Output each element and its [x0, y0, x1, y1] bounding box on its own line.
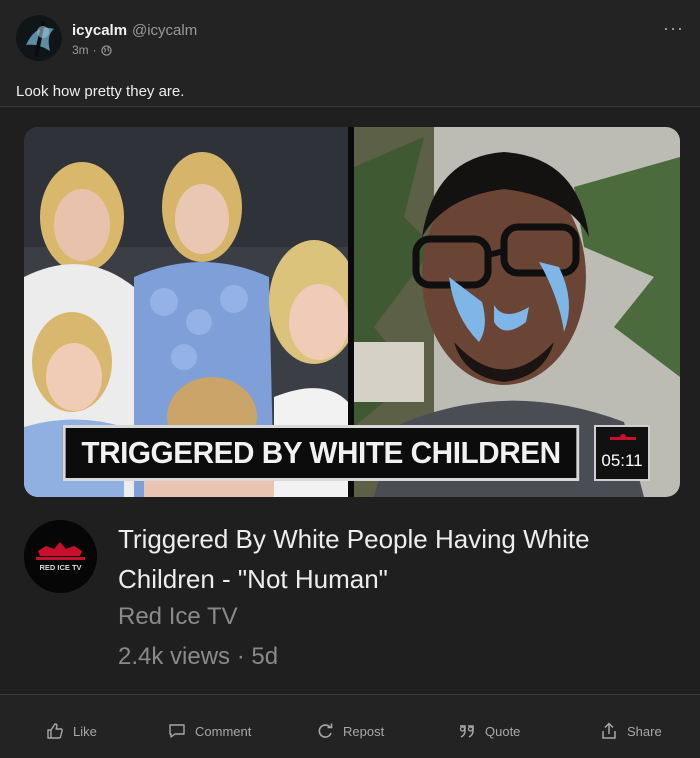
thumbs-up-icon	[46, 722, 64, 740]
video-title[interactable]: Triggered By White People Having White C…	[118, 519, 678, 599]
post: icycalm @icycalm 3m · ··· Look how prett…	[0, 0, 700, 758]
like-label: Like	[73, 723, 97, 739]
username[interactable]: icycalm	[72, 22, 127, 39]
quote-button[interactable]: Quote	[458, 722, 520, 740]
quote-icon	[458, 722, 476, 740]
repost-button[interactable]: Repost	[316, 722, 384, 740]
repost-label: Repost	[343, 723, 385, 739]
like-button[interactable]: Like	[46, 722, 97, 740]
thumbnail-banner-text: TRIGGERED BY WHITE CHILDREN	[62, 425, 580, 481]
video-thumbnail[interactable]: TRIGGERED BY WHITE CHILDREN 05:11	[24, 127, 680, 497]
share-label: Share	[627, 723, 662, 739]
video-stats: 2.4k views · 5d	[118, 643, 279, 670]
timestamp[interactable]: 3m	[72, 43, 89, 57]
share-icon	[600, 722, 618, 740]
share-button[interactable]: Share	[600, 722, 662, 740]
user-avatar[interactable]	[16, 15, 62, 61]
channel-logo-text: RED ICE TV	[39, 563, 81, 572]
comment-label: Comment	[195, 723, 252, 739]
video-embed-card[interactable]: TRIGGERED BY WHITE CHILDREN 05:11 RED IC…	[0, 107, 700, 694]
repost-icon	[316, 722, 334, 740]
channel-logo-mini-icon	[610, 434, 636, 440]
comment-button[interactable]: Comment	[168, 722, 251, 740]
post-actions-bar: Like Comment Repost Quote Share	[0, 722, 700, 752]
divider	[0, 694, 700, 695]
user-handle[interactable]: @icycalm	[132, 22, 197, 39]
channel-name[interactable]: Red Ice TV	[118, 603, 238, 631]
video-duration-badge: 05:11	[594, 425, 650, 481]
quote-label: Quote	[485, 723, 521, 739]
video-duration: 05:11	[601, 451, 643, 470]
globe-icon	[100, 44, 112, 56]
meta-separator: ·	[92, 43, 97, 57]
more-options-button[interactable]: ···	[663, 18, 684, 39]
post-meta: 3m ·	[72, 43, 112, 57]
post-text: Look how pretty they are.	[16, 83, 185, 100]
comment-icon	[168, 722, 186, 740]
channel-avatar[interactable]: RED ICE TV	[24, 520, 97, 593]
